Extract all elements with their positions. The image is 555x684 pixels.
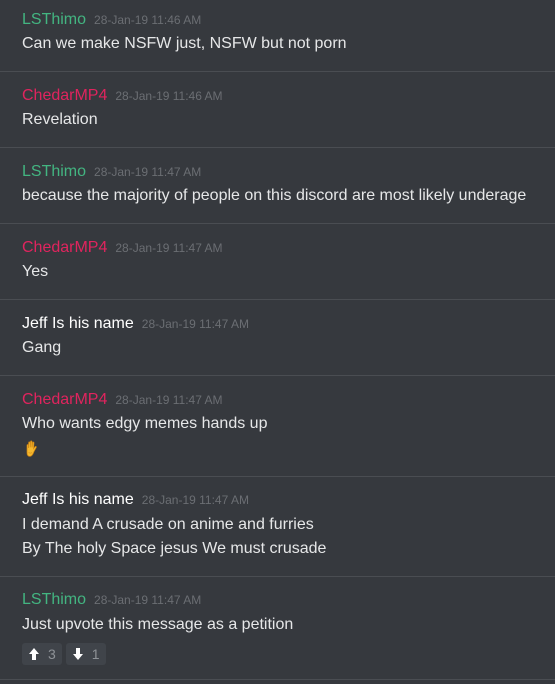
message-timestamp: 28-Jan-19 11:47 AM bbox=[115, 393, 223, 407]
message-divider bbox=[0, 71, 555, 72]
message-text: Who wants edgy memes hands up bbox=[22, 415, 268, 432]
reaction-count: 1 bbox=[91, 646, 100, 662]
message-header: ChedarMP4 28-Jan-19 11:46 AM bbox=[22, 87, 223, 105]
message-divider bbox=[0, 223, 555, 224]
message-header: LSThimo 28-Jan-19 11:47 AM bbox=[22, 163, 201, 181]
author-name[interactable]: LSThimo bbox=[22, 591, 86, 608]
message-header: Jeff Is his name 28-Jan-19 11:47 AM bbox=[22, 491, 249, 509]
message-timestamp: 28-Jan-19 11:47 AM bbox=[94, 165, 202, 179]
author-name[interactable]: ChedarMP4 bbox=[22, 391, 107, 408]
author-name[interactable]: Jeff Is his name bbox=[22, 315, 134, 332]
message-timestamp: 28-Jan-19 11:46 AM bbox=[115, 89, 223, 103]
message-text: I demand A crusade on anime and furries bbox=[22, 516, 314, 533]
message-text: Revelation bbox=[22, 111, 98, 128]
author-name[interactable]: ChedarMP4 bbox=[22, 239, 107, 256]
reaction-downvote-button[interactable]: 1 bbox=[65, 643, 106, 665]
author-name[interactable]: LSThimo bbox=[22, 163, 86, 180]
arrow-down-icon bbox=[72, 648, 83, 660]
message-divider bbox=[0, 576, 555, 577]
message-divider bbox=[0, 679, 555, 680]
message-timestamp: 28-Jan-19 11:47 AM bbox=[141, 317, 249, 331]
arrow-up-icon bbox=[29, 648, 39, 660]
message-timestamp: 28-Jan-19 11:47 AM bbox=[141, 493, 249, 507]
message-divider bbox=[0, 476, 555, 477]
message-text: Just upvote this message as a petition bbox=[22, 616, 294, 633]
message-timestamp: 28-Jan-19 11:46 AM bbox=[94, 13, 202, 27]
message-text: By The holy Space jesus We must crusade bbox=[22, 540, 327, 557]
raised-hand-icon bbox=[26, 440, 37, 457]
message-list: LSThimo 28-Jan-19 11:46 AM Can we make NS… bbox=[0, 0, 555, 684]
reaction-bar: 3 1 bbox=[22, 643, 106, 665]
message-header: ChedarMP4 28-Jan-19 11:47 AM bbox=[22, 239, 223, 257]
message-text: because the majority of people on this d… bbox=[22, 187, 527, 204]
message-divider bbox=[0, 147, 555, 148]
message-timestamp: 28-Jan-19 11:47 AM bbox=[94, 593, 202, 607]
reaction-count: 3 bbox=[48, 646, 56, 662]
author-name[interactable]: LSThimo bbox=[22, 11, 86, 28]
message-header: LSThimo 28-Jan-19 11:46 AM bbox=[22, 11, 201, 29]
message-divider bbox=[0, 299, 555, 300]
author-name[interactable]: Jeff Is his name bbox=[22, 491, 134, 508]
message-header: LSThimo 28-Jan-19 11:47 AM bbox=[22, 591, 201, 609]
message-divider bbox=[0, 375, 555, 376]
author-name[interactable]: ChedarMP4 bbox=[22, 87, 107, 104]
message-header: ChedarMP4 28-Jan-19 11:47 AM bbox=[22, 391, 223, 409]
message-text: Gang bbox=[22, 339, 62, 356]
message-header: Jeff Is his name 28-Jan-19 11:47 AM bbox=[22, 315, 249, 333]
message-text: Yes bbox=[22, 263, 49, 280]
message-text: Can we make NSFW just, NSFW but not porn bbox=[22, 35, 347, 52]
message-timestamp: 28-Jan-19 11:47 AM bbox=[115, 241, 223, 255]
reaction-upvote-button[interactable]: 3 bbox=[22, 643, 62, 665]
